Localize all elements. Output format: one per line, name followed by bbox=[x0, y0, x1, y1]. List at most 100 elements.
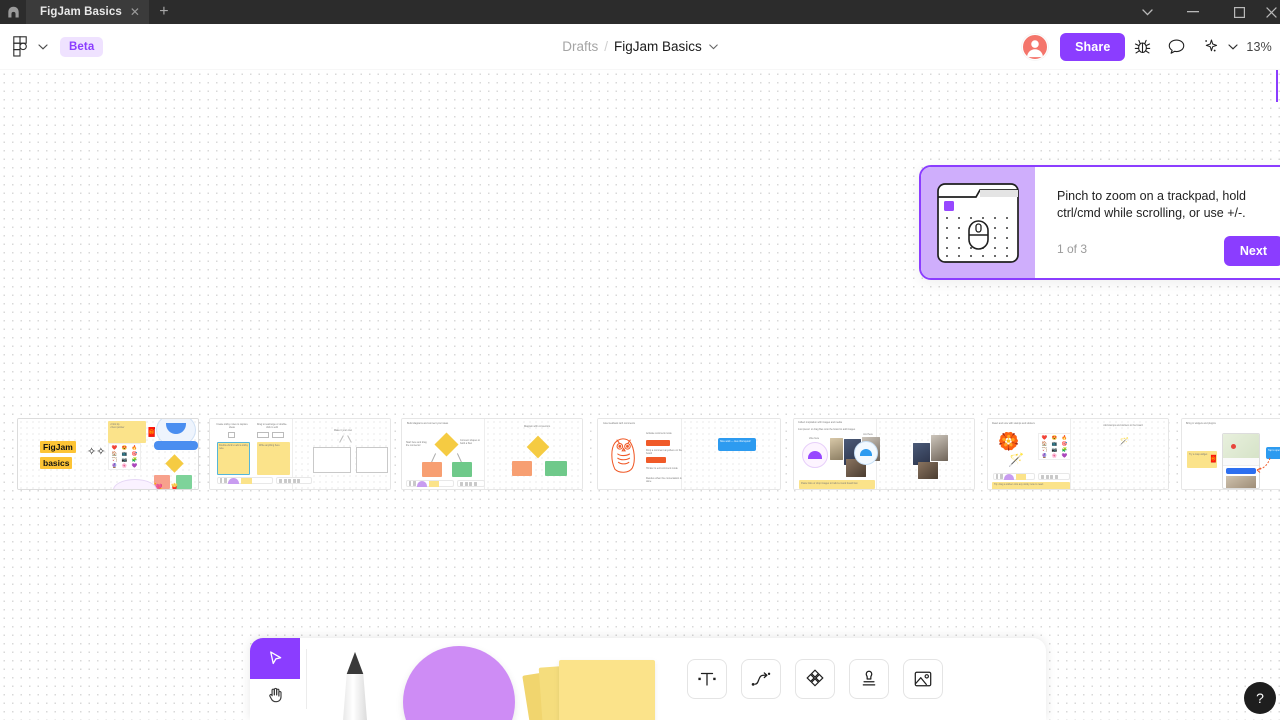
board6-wand-sticker: 🪄 bbox=[1008, 453, 1024, 466]
board7-bubble-text: Tap to open the app bbox=[1268, 449, 1280, 452]
board6-heading: React and vote with stamps and stickers bbox=[992, 422, 1066, 425]
collaborator-cursor bbox=[1271, 70, 1280, 102]
board2-note1-text: Double-click to add a sticky note bbox=[219, 444, 248, 454]
board2-right-heading: Make it your own bbox=[322, 429, 364, 432]
circle-shape-icon bbox=[403, 646, 515, 720]
minimize-icon bbox=[1187, 11, 1199, 13]
zoom-level-label[interactable]: 13% bbox=[1246, 40, 1272, 54]
user-avatar-icon bbox=[1023, 34, 1047, 60]
stamp-icon bbox=[858, 668, 880, 690]
tip-text: Pinch to zoom on a trackpad, hold ctrl/c… bbox=[1057, 188, 1257, 222]
minimize-button[interactable] bbox=[1170, 0, 1216, 24]
onboarding-tip-popup: Pinch to zoom on a trackpad, hold ctrl/c… bbox=[919, 165, 1280, 280]
board-with-mouse-illustration bbox=[935, 180, 1021, 266]
close-window-button[interactable] bbox=[1262, 0, 1280, 24]
board-thumbnail-figjam-basics-intro[interactable]: • First tip • Next pointer 🧧 FigJam basi… bbox=[17, 418, 199, 490]
bug-report-button[interactable] bbox=[1125, 30, 1159, 64]
tip-illustration bbox=[921, 167, 1035, 278]
board2-heading-right: Drag to rearrange or double-click to edi… bbox=[255, 423, 289, 431]
board-thumbnail-sticky-notes-board[interactable]: Create sticky notes to capture ideas Dra… bbox=[209, 418, 391, 490]
tip-step-counter: 1 of 3 bbox=[1057, 242, 1087, 256]
board6-right-heading: Add stamps and stickers to the board bbox=[1098, 424, 1148, 427]
owl-drawing bbox=[608, 431, 640, 477]
pencil-icon bbox=[338, 650, 372, 720]
hand-icon bbox=[266, 685, 285, 704]
board-thumbnail-flowchart-board[interactable]: Build diagrams and connect your ideas St… bbox=[401, 418, 583, 490]
hand-pan-tool[interactable] bbox=[250, 679, 300, 720]
board5-wheel-left-label: Vote here bbox=[804, 437, 824, 440]
toolbar-left-group: Beta bbox=[6, 32, 103, 62]
connector-icon bbox=[750, 668, 772, 690]
ai-button[interactable] bbox=[1193, 30, 1227, 64]
chevron-down-icon bbox=[1142, 9, 1153, 16]
help-button[interactable]: ? bbox=[1244, 682, 1276, 714]
board-thumbnail-widgets-board[interactable]: Bring in widgets and plugins Try a map w… bbox=[1181, 418, 1280, 490]
figma-menu-button[interactable] bbox=[6, 32, 34, 62]
chevron-down-icon[interactable] bbox=[709, 44, 718, 50]
tab-figjam-basics[interactable]: FigJam Basics ✕ bbox=[26, 0, 149, 24]
figma-logo-icon bbox=[13, 36, 28, 58]
board6-tip-text: Tip: drag a sticker onto any sticky note… bbox=[994, 483, 1068, 486]
cursor-select-tool[interactable] bbox=[250, 638, 300, 679]
maximize-button[interactable] bbox=[1216, 0, 1262, 24]
shapes-diamond-icon bbox=[804, 668, 826, 690]
board5-wheel-right-label: And here bbox=[858, 433, 878, 436]
avatar[interactable] bbox=[1022, 34, 1048, 60]
board3-box-yes bbox=[422, 462, 442, 477]
board5-subheading: Just press I or drag files onto the boar… bbox=[798, 428, 872, 431]
board5-heading: Collect inspiration with images and medi… bbox=[798, 421, 872, 424]
sticky-notes-icon bbox=[527, 656, 655, 720]
breadcrumb-parent[interactable]: Drafts bbox=[562, 39, 598, 54]
board6-burst-sticker: 🏵️ bbox=[998, 433, 1019, 450]
window-chevron-button[interactable] bbox=[1124, 0, 1170, 24]
stamp-tool[interactable] bbox=[849, 659, 889, 699]
board3-box-no bbox=[452, 462, 472, 477]
maximize-icon bbox=[1234, 7, 1245, 18]
shape-tool[interactable] bbox=[397, 638, 521, 720]
shapes-tool[interactable] bbox=[795, 659, 835, 699]
board4-heading: Give feedback with comments bbox=[603, 422, 669, 425]
board3-right-label: Connect shapes to build a flow bbox=[460, 439, 484, 446]
beta-badge: Beta bbox=[60, 37, 103, 57]
image-tool[interactable] bbox=[903, 659, 943, 699]
browser-tab-bar: FigJam Basics ✕ + bbox=[0, 0, 1280, 24]
tab-label: FigJam Basics bbox=[40, 6, 122, 18]
board4-q2: Drop a comment anywhere on the board bbox=[646, 449, 682, 456]
connector-tool[interactable] bbox=[741, 659, 781, 699]
board3-heading: Build diagrams and connect your ideas bbox=[407, 422, 481, 425]
chevron-down-icon[interactable] bbox=[1228, 44, 1238, 50]
home-button[interactable] bbox=[0, 0, 26, 24]
new-tab-button[interactable]: + bbox=[149, 0, 179, 24]
text-tool[interactable] bbox=[687, 659, 727, 699]
toolbar-divider bbox=[306, 649, 307, 709]
pencil-draw-tool[interactable] bbox=[313, 638, 397, 720]
figjam-canvas[interactable]: Pinch to zoom on a trackpad, hold ctrl/c… bbox=[0, 70, 1280, 720]
board2-heading-left: Create sticky notes to capture ideas bbox=[216, 423, 248, 431]
page-title[interactable]: FigJam Basics bbox=[614, 39, 702, 54]
text-icon bbox=[696, 668, 718, 690]
share-button[interactable]: Share bbox=[1060, 33, 1125, 61]
board1-emoji-grid: ❤️😍🔥 🏠📺🎯 🏹📷🧩 🔮🌸💜 bbox=[108, 443, 141, 470]
board1-note: • First tip • Next pointer bbox=[110, 423, 144, 437]
board3-left-label: Start here and drag the connector bbox=[406, 441, 428, 448]
board1-title-line1: FigJam bbox=[40, 441, 76, 453]
breadcrumb-separator: / bbox=[604, 39, 608, 54]
board-thumbnails-strip: • First tip • Next pointer 🧧 FigJam basi… bbox=[0, 418, 1280, 510]
image-icon bbox=[912, 668, 934, 690]
comments-button[interactable] bbox=[1159, 30, 1193, 64]
chevron-down-icon[interactable] bbox=[38, 44, 48, 50]
sticky-note-tool[interactable] bbox=[521, 638, 661, 720]
ai-actions-group[interactable] bbox=[1193, 30, 1238, 64]
close-icon[interactable]: ✕ bbox=[130, 6, 140, 18]
board-thumbnail-comments-board[interactable]: Give feedback with comments Activate com… bbox=[597, 418, 781, 490]
arrow-connector bbox=[1254, 457, 1272, 473]
cursor-icon bbox=[266, 649, 285, 668]
tip-next-button[interactable]: Next bbox=[1224, 236, 1280, 266]
board4-q3: Hit Esc to exit comment mode bbox=[646, 467, 682, 470]
board-thumbnail-stickers-board[interactable]: React and vote with stamps and stickers … bbox=[987, 418, 1169, 490]
board2-note2-text: Write anything here bbox=[259, 444, 288, 452]
board-thumbnail-moodboard-board[interactable]: Collect inspiration with images and medi… bbox=[793, 418, 975, 490]
bug-icon bbox=[1133, 37, 1152, 56]
tip-content: Pinch to zoom on a trackpad, hold ctrl/c… bbox=[1035, 167, 1280, 278]
comment-icon bbox=[1167, 37, 1186, 56]
